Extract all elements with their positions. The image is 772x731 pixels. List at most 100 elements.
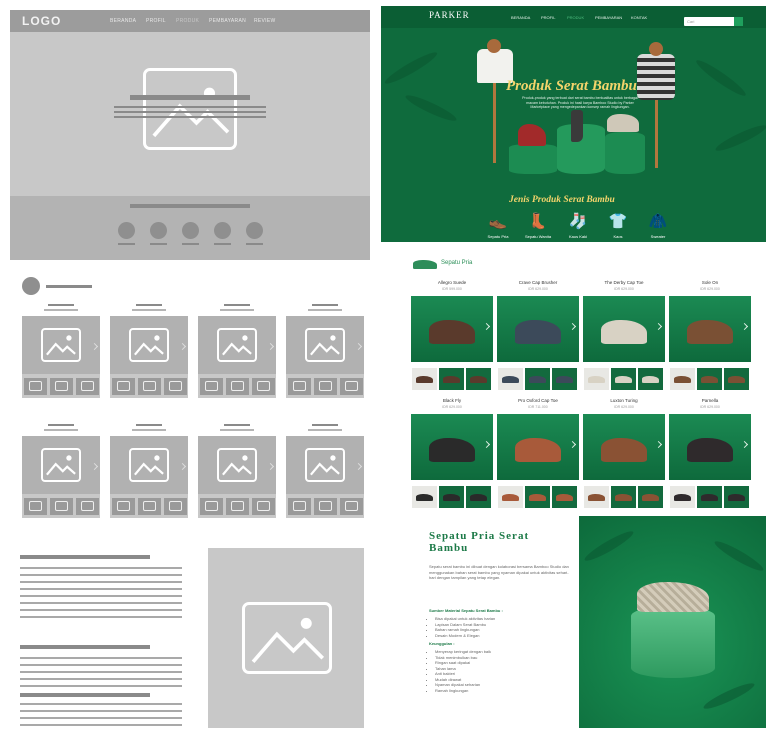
next-arrow-icon[interactable] bbox=[568, 440, 577, 449]
product-thumbnail[interactable] bbox=[498, 486, 523, 508]
thumbnail-placeholder[interactable] bbox=[164, 378, 187, 395]
next-arrow-icon[interactable] bbox=[354, 342, 363, 351]
product-thumbnail[interactable] bbox=[466, 486, 491, 508]
design-menu-kontak[interactable]: KONTAK bbox=[631, 15, 647, 20]
thumbnail-placeholder[interactable] bbox=[226, 498, 249, 515]
thumbnail-placeholder[interactable] bbox=[288, 498, 311, 515]
thumbnail-placeholder[interactable] bbox=[138, 378, 161, 395]
thumbnail-placeholder[interactable] bbox=[50, 378, 73, 395]
next-arrow-icon[interactable] bbox=[654, 440, 663, 449]
product-name[interactable]: Pro Oxford Cap Toe bbox=[497, 398, 579, 403]
next-arrow-icon[interactable] bbox=[178, 462, 187, 471]
thumbnail-placeholder[interactable] bbox=[226, 378, 249, 395]
thumbnail-placeholder[interactable] bbox=[24, 498, 47, 515]
product-thumbnail[interactable] bbox=[552, 368, 577, 390]
wireframe-logo[interactable]: LOGO bbox=[22, 14, 61, 28]
product-name[interactable]: Black Fly bbox=[411, 398, 493, 403]
product-card[interactable]: Allegro Suede IDR 599.000 bbox=[411, 278, 493, 390]
product-thumbnail[interactable] bbox=[724, 368, 749, 390]
product-card-placeholder[interactable] bbox=[198, 316, 276, 398]
product-thumbnail[interactable] bbox=[670, 486, 695, 508]
product-image[interactable] bbox=[583, 414, 665, 480]
next-arrow-icon[interactable] bbox=[740, 440, 749, 449]
product-thumbnail[interactable] bbox=[697, 486, 722, 508]
product-image[interactable] bbox=[669, 414, 751, 480]
product-card-placeholder[interactable] bbox=[110, 436, 188, 518]
wireframe-menu-beranda[interactable]: BERANDA bbox=[110, 18, 136, 24]
thumbnail-placeholder[interactable] bbox=[24, 378, 47, 395]
next-arrow-icon[interactable] bbox=[178, 342, 187, 351]
product-thumbnail[interactable] bbox=[697, 368, 722, 390]
next-arrow-icon[interactable] bbox=[654, 322, 663, 331]
category-label-kaus-kaki[interactable]: Kaus Kaki bbox=[558, 234, 598, 239]
thumbnail-placeholder[interactable] bbox=[340, 378, 363, 395]
product-thumbnail[interactable] bbox=[584, 368, 609, 390]
product-card-placeholder[interactable] bbox=[286, 436, 364, 518]
category-dot[interactable] bbox=[118, 222, 135, 239]
search-icon[interactable] bbox=[734, 17, 743, 26]
category-dot[interactable] bbox=[214, 222, 231, 239]
product-name[interactable]: Crave Cap Brusher bbox=[497, 280, 579, 285]
wireframe-menu-review[interactable]: REVIEW bbox=[254, 18, 276, 24]
product-image[interactable] bbox=[583, 296, 665, 362]
product-thumbnail[interactable] bbox=[552, 486, 577, 508]
product-card[interactable]: Sole On IDR 629.000 bbox=[669, 278, 751, 390]
next-arrow-icon[interactable] bbox=[90, 462, 99, 471]
thumbnail-placeholder[interactable] bbox=[200, 378, 223, 395]
product-thumbnail[interactable] bbox=[439, 486, 464, 508]
thumbnail-placeholder[interactable] bbox=[112, 498, 135, 515]
product-thumbnail[interactable] bbox=[638, 486, 663, 508]
thumbnail-placeholder[interactable] bbox=[288, 378, 311, 395]
product-thumbnail[interactable] bbox=[611, 486, 636, 508]
product-card[interactable]: The Derby Cap Toe IDR 629.000 bbox=[583, 278, 665, 390]
next-arrow-icon[interactable] bbox=[568, 322, 577, 331]
thumbnail-placeholder[interactable] bbox=[164, 498, 187, 515]
product-card-placeholder[interactable] bbox=[110, 316, 188, 398]
product-image[interactable] bbox=[497, 414, 579, 480]
product-image[interactable] bbox=[411, 414, 493, 480]
product-name[interactable]: Luxton Turing bbox=[583, 398, 665, 403]
product-card[interactable]: Crave Cap Brusher IDR 629.000 bbox=[497, 278, 579, 390]
product-name[interactable]: The Derby Cap Toe bbox=[583, 280, 665, 285]
next-arrow-icon[interactable] bbox=[482, 440, 491, 449]
product-card[interactable]: Parnella IDR 629.000 bbox=[669, 396, 751, 508]
product-image[interactable] bbox=[669, 296, 751, 362]
thumbnail-placeholder[interactable] bbox=[112, 378, 135, 395]
thumbnail-placeholder[interactable] bbox=[200, 498, 223, 515]
product-name[interactable]: Sole On bbox=[669, 280, 751, 285]
category-dot[interactable] bbox=[246, 222, 263, 239]
wireframe-menu-pembayaran[interactable]: PEMBAYARAN bbox=[209, 18, 246, 24]
product-thumbnail[interactable] bbox=[724, 486, 749, 508]
product-thumbnail[interactable] bbox=[525, 486, 550, 508]
next-arrow-icon[interactable] bbox=[354, 462, 363, 471]
next-arrow-icon[interactable] bbox=[482, 322, 491, 331]
sweater-icon[interactable]: 🧥 bbox=[643, 212, 673, 230]
product-card[interactable]: Pro Oxford Cap Toe IDR 711.000 bbox=[497, 396, 579, 508]
product-thumbnail[interactable] bbox=[638, 368, 663, 390]
product-image[interactable] bbox=[411, 296, 493, 362]
product-thumbnail[interactable] bbox=[498, 368, 523, 390]
next-arrow-icon[interactable] bbox=[266, 462, 275, 471]
sock-icon[interactable]: 🧦 bbox=[563, 212, 593, 230]
thumbnail-placeholder[interactable] bbox=[50, 498, 73, 515]
product-name[interactable]: Allegro Suede bbox=[411, 280, 493, 285]
search-input[interactable]: Cari bbox=[684, 17, 736, 26]
product-card-placeholder[interactable] bbox=[198, 436, 276, 518]
product-thumbnail[interactable] bbox=[412, 486, 437, 508]
product-card-placeholder[interactable] bbox=[22, 316, 100, 398]
category-label-sweater[interactable]: Sweater bbox=[638, 234, 678, 239]
wireframe-menu-produk[interactable]: PRODUK bbox=[176, 18, 199, 24]
product-thumbnail[interactable] bbox=[670, 368, 695, 390]
category-dot[interactable] bbox=[150, 222, 167, 239]
thumbnail-placeholder[interactable] bbox=[138, 498, 161, 515]
thumbnail-placeholder[interactable] bbox=[252, 378, 275, 395]
category-label-sepatu-pria[interactable]: Sepatu Pria bbox=[478, 234, 518, 239]
thumbnail-placeholder[interactable] bbox=[340, 498, 363, 515]
women-shoe-icon[interactable]: 👢 bbox=[523, 212, 553, 230]
category-label-kaos[interactable]: Kaos bbox=[598, 234, 638, 239]
product-thumbnail[interactable] bbox=[412, 368, 437, 390]
product-thumbnail[interactable] bbox=[466, 368, 491, 390]
product-card-placeholder[interactable] bbox=[286, 316, 364, 398]
men-shoe-icon[interactable]: 👞 bbox=[483, 212, 513, 230]
category-dot[interactable] bbox=[182, 222, 199, 239]
